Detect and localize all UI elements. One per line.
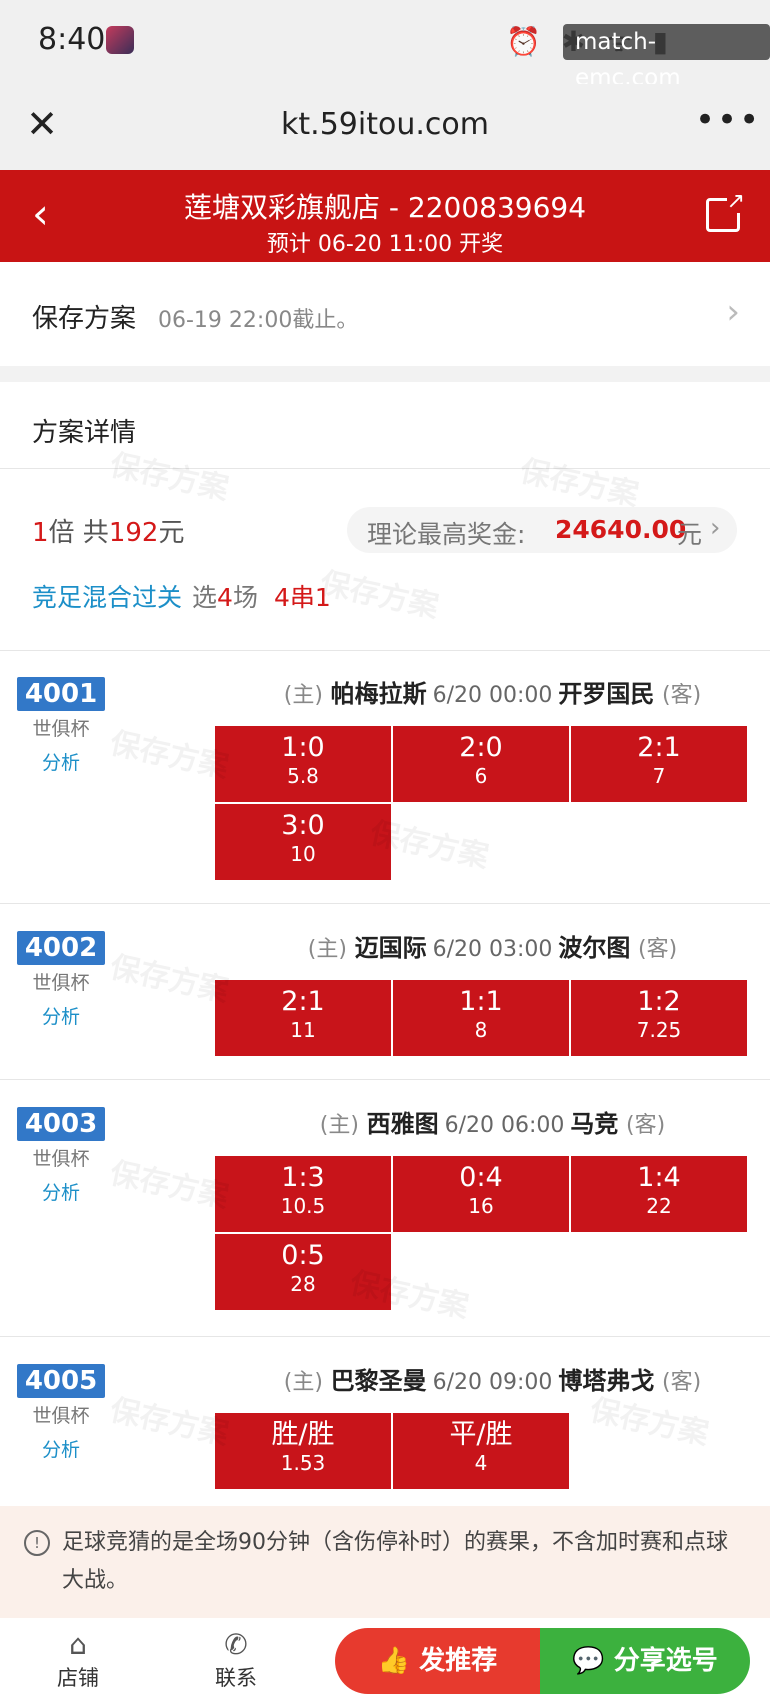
watermark-text: 保存方案 [316,565,442,626]
bottom-action-bar: ⌂ 店铺 ✆ 联系 👍 发推荐 💬 分享选号 [0,1618,770,1703]
store-header: ‹ 莲塘双彩旗舰店 - 2200839694 预计 06-20 11:00 开奖… [0,170,770,262]
contact-label: 联系 [215,1666,257,1690]
status-bar: 8:40 ⏰ ✱ ᯤ ▮ match-emc.com [0,0,770,91]
rules-notice: ! 足球竞猜的是全场90分钟（含伤停补时）的赛果，不含加时赛和点球大战。 [0,1506,770,1618]
max-prize-value: 24640.00 [555,515,687,544]
play-type: 竞足混合过关 [32,583,183,612]
bet-multiplier: 1倍 共192元 [32,518,185,548]
phone-icon: ✆ [224,1628,248,1661]
notice-text: 足球竞猜的是全场90分钟（含伤停补时）的赛果，不含加时赛和点球大战。 [62,1530,728,1593]
match-number: 4003 [17,1107,105,1141]
more-options-icon[interactable]: ••• [695,100,761,140]
max-prize-unit: 元 [677,520,703,549]
match-row: 4005 世俱杯 分析 (主) 巴黎圣曼 6/20 09:00 博塔弗戈 (客) 胜… [0,1337,770,1517]
draw-time: 预计 06-20 11:00 开奖 [266,232,504,257]
pick-count: 选4场 [192,583,258,612]
recommend-button[interactable]: 👍 发推荐 [335,1628,540,1694]
info-icon: ! [24,1530,50,1556]
share-icon[interactable]: ↗ [706,191,745,232]
save-deadline: 06-19 22:00截止。 [158,308,359,333]
league-label: 世俱杯 [32,1405,90,1427]
pick-cell: 1:0 5.8 [215,726,391,802]
save-plan-row[interactable]: 保存方案 06-19 22:00截止。 › [0,262,770,366]
store-label: 店铺 [57,1666,99,1690]
thumbs-up-icon: 👍 [377,1646,411,1676]
chevron-right-icon: › [710,513,721,543]
save-plan-title: 保存方案 [32,304,137,334]
analysis-link[interactable]: 分析 [17,1435,105,1462]
match-teams: (主) 帕梅拉斯 6/20 00:00 开罗国民 (客) [283,680,702,708]
recommend-label: 发推荐 [419,1646,498,1676]
pick-cell: 0:4 16 [393,1156,569,1232]
watermark-text: 保存方案 [106,447,232,508]
watermark-text: 保存方案 [346,1265,472,1326]
match-number: 4005 [17,1364,105,1398]
contact-nav-button[interactable]: ✆ 联系 [186,1628,286,1692]
max-prize-button[interactable]: 理论最高奖金: 24640.00 元 › [347,507,737,553]
pick-cell: 平/胜 4 [393,1413,569,1489]
league-label: 世俱杯 [32,718,90,740]
match-number: 4001 [17,677,105,711]
match-teams: (主) 西雅图 6/20 06:00 马竞 (客) [319,1110,666,1138]
pick-cell: 胜/胜 1.53 [215,1413,391,1489]
match-row: 4002 世俱杯 分析 (主) 迈国际 6/20 03:00 波尔图 (客) 2:1… [0,904,770,1079]
plan-detail-card: 方案详情 保存方案 保存方案 保存方案 1倍 共192元 理论最高奖金: 246… [0,382,770,1520]
share-pick-button[interactable]: 💬 分享选号 [540,1628,750,1694]
match-row: 4003 世俱杯 分析 (主) 西雅图 6/20 06:00 马竞 (客) 1:3 1… [0,1080,770,1336]
analysis-link[interactable]: 分析 [17,748,105,775]
pick-cell: 2:1 11 [215,980,391,1056]
match-teams: (主) 巴黎圣曼 6/20 09:00 博塔弗戈 (客) [283,1367,702,1395]
store-nav-button[interactable]: ⌂ 店铺 [28,1628,128,1692]
pick-cell: 2:0 6 [393,726,569,802]
chevron-right-icon: › [726,292,740,332]
analysis-link[interactable]: 分析 [17,1178,105,1205]
league-label: 世俱杯 [32,972,90,994]
pick-cell: 2:1 7 [571,726,747,802]
max-prize-label: 理论最高奖金: [367,520,526,549]
combo-type: 4串1 [273,583,331,612]
play-type-row: 竞足混合过关 选4场 4串1 [32,578,331,614]
store-title: 莲塘双彩旗舰店 - 2200839694 [183,191,587,224]
analysis-link[interactable]: 分析 [17,1002,105,1029]
url-label: kt.59itou.com [281,107,489,142]
pick-cell: 1:1 8 [393,980,569,1056]
share-pick-label: 分享选号 [613,1646,718,1676]
notification-avatar-icon [106,26,134,54]
home-icon: ⌂ [69,1628,87,1661]
pick-cell: 3:0 10 [215,804,391,880]
pick-cell: 1:4 22 [571,1156,747,1232]
watermark-badge: match-emc.com [563,24,770,91]
league-label: 世俱杯 [32,1148,90,1170]
pick-cell: 1:3 10.5 [215,1156,391,1232]
pick-cell: 1:2 7.25 [571,980,747,1056]
match-teams: (主) 迈国际 6/20 03:00 波尔图 (客) [307,934,678,962]
wechat-icon: 💬 [572,1646,605,1676]
status-time: 8:40 [38,22,106,57]
watermark-text: 保存方案 [516,453,642,514]
match-number: 4002 [17,931,105,965]
match-row: 4001 世俱杯 分析 (主) 帕梅拉斯 6/20 00:00 开罗国民 (客) 1… [0,650,770,903]
